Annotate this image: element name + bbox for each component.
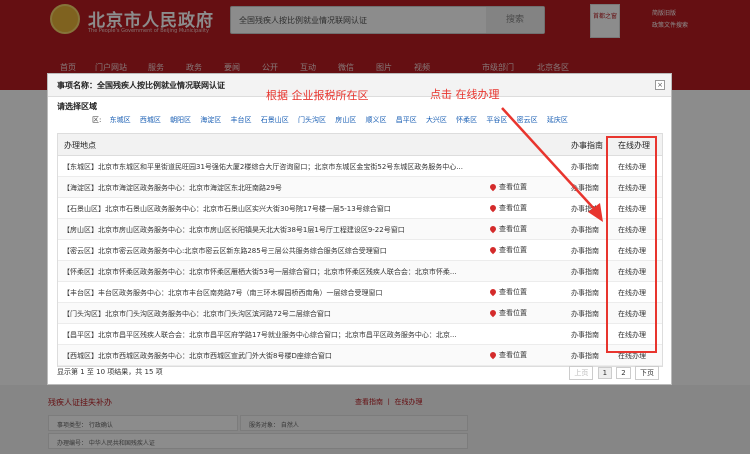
- table-row: 【怀柔区】北京市怀柔区政务服务中心：北京市怀柔区雁栖大街53号一层综合窗口；北京…: [58, 261, 662, 282]
- table-row: 【丰台区】丰台区政务服务中心：北京市丰台区南苑路7号（南三环木樨园桥西南角）一层…: [58, 282, 662, 303]
- guide-link[interactable]: 办事指南: [571, 288, 599, 298]
- district-link[interactable]: 密云区: [517, 116, 538, 124]
- address-cell: 【石景山区】北京市石景山区政务服务中心：北京市石景山区实兴大街30号院17号楼一…: [63, 205, 391, 213]
- next-page-button[interactable]: 下页: [635, 366, 659, 380]
- table-row: 【密云区】北京市密云区政务服务中心:北京市密云区新东路285号三层公共服务综合服…: [58, 240, 662, 261]
- address-cell: 【门头沟区】北京市门头沟区政务服务中心：北京市门头沟区滨河路72号二层综合窗口: [63, 310, 331, 318]
- district-link[interactable]: 昌平区: [396, 116, 417, 124]
- guide-link[interactable]: 办事指南: [571, 267, 599, 277]
- annotation-left: 根据 企业报税所在区: [266, 89, 369, 102]
- address-cell: 【西城区】北京市西城区政务服务中心：北京市西城区宣武门外大街8号楼D座综合窗口: [63, 352, 332, 360]
- view-location-link[interactable]: 查看位置: [488, 182, 527, 192]
- district-link[interactable]: 门头沟区: [298, 116, 326, 124]
- map-pin-icon: [488, 287, 498, 297]
- page-1-button[interactable]: 1: [597, 367, 613, 379]
- table-row: 【海淀区】北京市海淀区政务服务中心：北京市海淀区东北旺南路29号 查看位置 办事指南…: [58, 177, 662, 198]
- address-cell: 【房山区】北京市房山区政务服务中心：北京市房山区长阳镇昊天北大街38号1层1号厅…: [63, 226, 405, 234]
- view-location-link[interactable]: 查看位置: [488, 224, 527, 234]
- district-link[interactable]: 大兴区: [426, 116, 447, 124]
- district-link[interactable]: 房山区: [335, 116, 356, 124]
- table-body: 【东城区】北京市东城区和平里街道民旺园31号强佑大厦2楼综合大厅咨询窗口；北京市…: [58, 156, 662, 366]
- view-location-link[interactable]: 查看位置: [488, 245, 527, 255]
- address-cell: 【怀柔区】北京市怀柔区政务服务中心：北京市怀柔区雁栖大街53号一层综合窗口；北京…: [63, 268, 457, 276]
- view-location-link[interactable]: 查看位置: [488, 350, 527, 360]
- table-header: 办理地点 办事指南 在线办理: [58, 134, 662, 156]
- prev-page-button[interactable]: 上页: [569, 366, 594, 380]
- col-guide: 办事指南: [571, 141, 603, 150]
- view-location-link[interactable]: 查看位置: [488, 287, 527, 297]
- district-link[interactable]: 丰台区: [231, 116, 252, 124]
- address-cell: 【海淀区】北京市海淀区政务服务中心：北京市海淀区东北旺南路29号: [63, 184, 282, 192]
- map-pin-icon: [488, 245, 498, 255]
- guide-link[interactable]: 办事指南: [571, 204, 599, 214]
- table-row: 【东城区】北京市东城区和平里街道民旺园31号强佑大厦2楼综合大厅咨询窗口；北京市…: [58, 156, 662, 177]
- district-link[interactable]: 顺义区: [365, 116, 386, 124]
- view-location-link[interactable]: 查看位置: [488, 203, 527, 213]
- guide-link[interactable]: 办事指南: [571, 309, 599, 319]
- guide-link[interactable]: 办事指南: [571, 162, 599, 172]
- table-row: 【门头沟区】北京市门头沟区政务服务中心：北京市门头沟区滨河路72号二层综合窗口 查…: [58, 303, 662, 324]
- location-modal: 事项名称：全国残疾人按比例就业情况联网认证 × 请选择区域 区: 东城区 西城区…: [47, 73, 672, 385]
- region-label: 请选择区域: [57, 102, 97, 111]
- view-location-label: 查看位置: [499, 225, 527, 233]
- map-pin-icon: [488, 203, 498, 213]
- view-location-label: 查看位置: [499, 288, 527, 296]
- table-row: 【房山区】北京市房山区政务服务中心：北京市房山区长阳镇昊天北大街38号1层1号厅…: [58, 219, 662, 240]
- address-cell: 【密云区】北京市密云区政务服务中心:北京市密云区新东路285号三层公共服务综合服…: [63, 247, 387, 255]
- view-location-label: 查看位置: [499, 204, 527, 212]
- view-location-label: 查看位置: [499, 183, 527, 191]
- district-link[interactable]: 西城区: [140, 116, 161, 124]
- page-2-button[interactable]: 2: [616, 367, 631, 379]
- table-row: 【西城区】北京市西城区政务服务中心：北京市西城区宣武门外大街8号楼D座综合窗口 查…: [58, 345, 662, 366]
- close-icon[interactable]: ×: [655, 80, 665, 90]
- annotation-right: 点击 在线办理: [430, 88, 500, 101]
- district-link[interactable]: 东城区: [110, 116, 131, 124]
- map-pin-icon: [488, 224, 498, 234]
- map-pin-icon: [488, 182, 498, 192]
- district-link[interactable]: 怀柔区: [456, 116, 477, 124]
- district-link[interactable]: 延庆区: [547, 116, 568, 124]
- guide-link[interactable]: 办事指南: [571, 246, 599, 256]
- guide-link[interactable]: 办事指南: [571, 225, 599, 235]
- view-location-label: 查看位置: [499, 309, 527, 317]
- modal-title: 事项名称：全国残疾人按比例就业情况联网认证: [57, 81, 225, 90]
- guide-link[interactable]: 办事指南: [571, 351, 599, 361]
- guide-link[interactable]: 办事指南: [571, 330, 599, 340]
- table-row: 【石景山区】北京市石景山区政务服务中心：北京市石景山区实兴大街30号院17号楼一…: [58, 198, 662, 219]
- address-cell: 【东城区】北京市东城区和平里街道民旺园31号强佑大厦2楼综合大厅咨询窗口；北京市…: [63, 163, 463, 171]
- location-table: 办理地点 办事指南 在线办理 【东城区】北京市东城区和平里街道民旺园31号强佑大…: [57, 133, 663, 367]
- annotation-highlight-box: [606, 136, 657, 353]
- district-link[interactable]: 海淀区: [200, 116, 221, 124]
- pagination: 上页 1 2 下页: [567, 366, 659, 380]
- address-cell: 【昌平区】北京市昌平区残疾人联合会：北京市昌平区府学路17号就业服务中心综合窗口…: [63, 331, 457, 339]
- table-row: 【昌平区】北京市昌平区残疾人联合会：北京市昌平区府学路17号就业服务中心综合窗口…: [58, 324, 662, 345]
- result-info: 显示第 1 至 10 项结果，共 15 项: [57, 368, 163, 376]
- district-link[interactable]: 朝阳区: [170, 116, 191, 124]
- address-cell: 【丰台区】丰台区政务服务中心：北京市丰台区南苑路7号（南三环木樨园桥西南角）一层…: [63, 289, 383, 297]
- map-pin-icon: [488, 308, 498, 318]
- guide-link[interactable]: 办事指南: [571, 183, 599, 193]
- view-location-label: 查看位置: [499, 246, 527, 254]
- col-address: 办理地点: [64, 141, 96, 150]
- view-location-link[interactable]: 查看位置: [488, 308, 527, 318]
- district-link[interactable]: 石景山区: [261, 116, 289, 124]
- district-prefix: 区:: [92, 116, 102, 124]
- district-filter: 区: 东城区 西城区 朝阳区 海淀区 丰台区 石景山区 门头沟区 房山区 顺义区…: [92, 115, 575, 127]
- view-location-label: 查看位置: [499, 351, 527, 359]
- map-pin-icon: [488, 350, 498, 360]
- district-link[interactable]: 平谷区: [486, 116, 507, 124]
